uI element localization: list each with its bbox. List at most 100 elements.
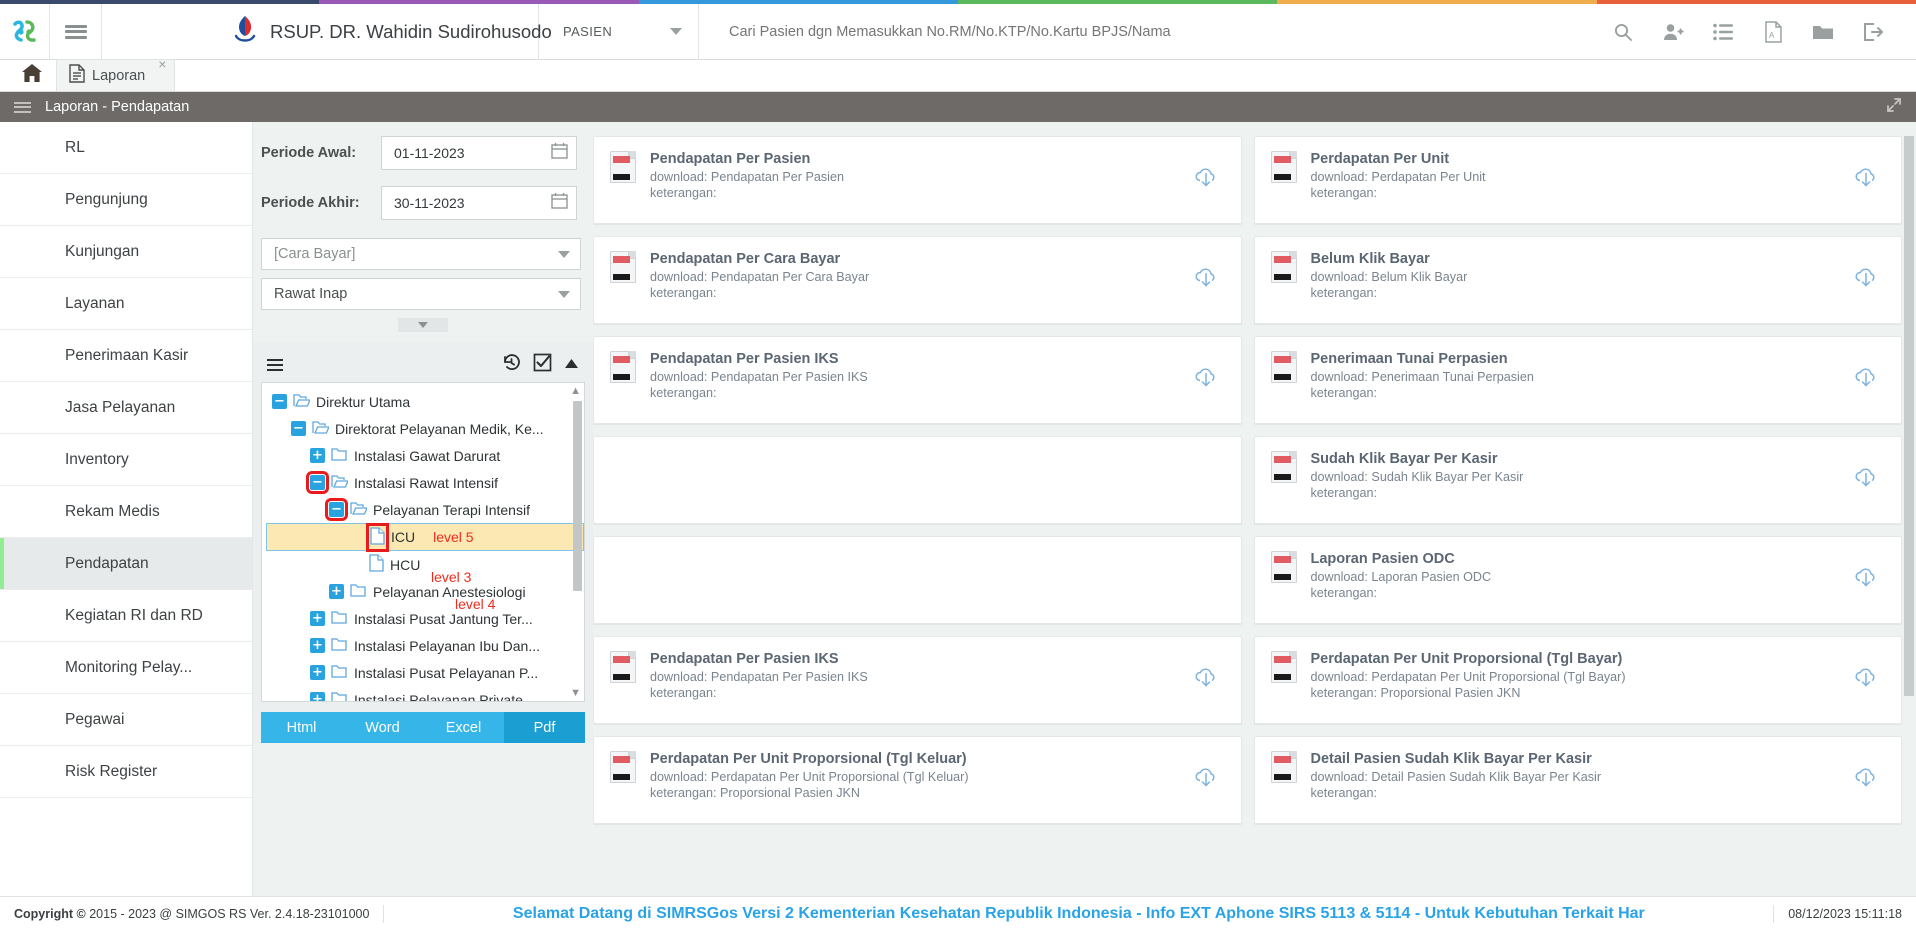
report-card-empty bbox=[593, 436, 1242, 524]
tree-scrollbar[interactable]: ▲ ▼ bbox=[570, 385, 582, 699]
sidebar-item-monitoring-pelay[interactable]: Monitoring Pelay... bbox=[0, 642, 252, 694]
sidebar-item-kunjungan[interactable]: Kunjungan bbox=[0, 226, 252, 278]
calendar-icon[interactable] bbox=[551, 142, 568, 164]
search-icon[interactable] bbox=[1598, 4, 1648, 60]
tree-node[interactable]: + Pelayanan Anestesiologi bbox=[266, 578, 584, 605]
tree-node[interactable]: − Instalasi Rawat Intensif bbox=[266, 469, 584, 496]
periode-awal-field[interactable]: 01-11-2023 bbox=[381, 136, 577, 170]
patient-search-input[interactable] bbox=[727, 22, 1598, 41]
report-card[interactable]: Detail Pasien Sudah Klik Bayar Per Kasir… bbox=[1253, 736, 1902, 824]
expand-node-icon[interactable]: + bbox=[310, 638, 325, 653]
collapse-node-icon[interactable]: − bbox=[306, 471, 329, 494]
sidebar-item-label: Layanan bbox=[65, 294, 125, 312]
tree-node[interactable]: + Instalasi Pusat Pelayanan P... bbox=[266, 659, 584, 686]
report-card[interactable]: Laporan Pasien ODC download: Laporan Pasi… bbox=[1253, 536, 1902, 624]
expand-icon[interactable] bbox=[1886, 97, 1902, 117]
sidebar-item-rekam-medis[interactable]: Rekam Medis bbox=[0, 486, 252, 538]
report-scrollbar[interactable] bbox=[1904, 136, 1914, 930]
download-cloud-icon[interactable] bbox=[1853, 265, 1879, 296]
unit-tree[interactable]: − Direktur Utama − Direktorat Pelayanan Med… bbox=[261, 382, 585, 702]
format-button-html[interactable]: Html bbox=[261, 712, 342, 743]
download-cloud-icon[interactable] bbox=[1193, 665, 1219, 696]
download-cloud-icon[interactable] bbox=[1193, 165, 1219, 196]
history-icon[interactable] bbox=[502, 353, 521, 377]
download-cloud-icon[interactable] bbox=[1853, 165, 1879, 196]
report-card[interactable]: Pendapatan Per Pasien download: Pendapata… bbox=[593, 136, 1242, 224]
report-card[interactable]: Pendapatan Per Cara Bayar download: Penda… bbox=[593, 236, 1242, 324]
report-card[interactable]: Pendapatan Per Pasien IKS download: Penda… bbox=[593, 336, 1242, 424]
download-cloud-icon[interactable] bbox=[1853, 765, 1879, 796]
expand-node-icon[interactable]: + bbox=[329, 584, 344, 599]
calendar-icon[interactable] bbox=[551, 192, 568, 214]
sidebar-item-layanan[interactable]: Layanan bbox=[0, 278, 252, 330]
report-card[interactable]: Perdapatan Per Unit Proporsional (Tgl Ke… bbox=[593, 736, 1242, 824]
tree-node[interactable]: + Instalasi Pelayanan Ibu Dan... bbox=[266, 632, 584, 659]
report-card[interactable]: Belum Klik Bayar download: Belum Klik Bay… bbox=[1253, 236, 1902, 324]
folder-icon[interactable] bbox=[1798, 4, 1848, 60]
format-button-excel[interactable]: Excel bbox=[423, 712, 504, 743]
checkbox-checked-icon[interactable] bbox=[533, 353, 552, 377]
format-button-word[interactable]: Word bbox=[342, 712, 423, 743]
hamburger-icon[interactable] bbox=[50, 4, 102, 59]
periode-akhir-field[interactable]: 30-11-2023 bbox=[381, 186, 577, 220]
download-cloud-icon[interactable] bbox=[1853, 565, 1879, 596]
download-cloud-icon[interactable] bbox=[1853, 365, 1879, 396]
tree-node[interactable]: − Pelayanan Terapi Intensif bbox=[266, 496, 584, 523]
sidebar-item-pendapatan[interactable]: Pendapatan bbox=[0, 538, 252, 590]
collapse-node-icon[interactable]: − bbox=[272, 394, 287, 409]
tree-node[interactable]: HCU bbox=[266, 551, 584, 578]
list-icon[interactable] bbox=[1698, 4, 1748, 60]
report-scroll-thumb[interactable] bbox=[1904, 136, 1914, 696]
sidebar-item-rl[interactable]: RL bbox=[0, 122, 252, 174]
sidebar-item-penerimaan-kasir[interactable]: Penerimaan Kasir bbox=[0, 330, 252, 382]
tree-node[interactable]: + Instalasi Pusat Jantung Ter... bbox=[266, 605, 584, 632]
scroll-up-icon[interactable]: ▲ bbox=[570, 385, 581, 397]
tab-laporan[interactable]: Laporan × bbox=[56, 56, 176, 91]
chevron-up-icon[interactable] bbox=[564, 356, 579, 374]
report-card[interactable]: Perdapatan Per Unit download: Perdapatan … bbox=[1253, 136, 1902, 224]
patient-type-selector[interactable]: PASIEN bbox=[539, 4, 699, 59]
layanan-select[interactable]: Rawat Inap bbox=[261, 278, 581, 310]
filter-collapse-toggle[interactable] bbox=[398, 318, 448, 332]
sidebar-item-pegawai[interactable]: Pegawai bbox=[0, 694, 252, 746]
report-card[interactable]: Perdapatan Per Unit Proporsional (Tgl Ba… bbox=[1253, 636, 1902, 724]
cara-bayar-select[interactable]: [Cara Bayar] bbox=[261, 238, 581, 270]
pdf-icon[interactable]: A bbox=[1748, 4, 1798, 60]
tree-node[interactable]: − Direktur Utama bbox=[266, 388, 584, 415]
expand-node-icon[interactable]: + bbox=[310, 448, 325, 463]
report-card[interactable]: Sudah Klik Bayar Per Kasir download: Suda… bbox=[1253, 436, 1902, 524]
simgos-logo-icon[interactable] bbox=[0, 4, 50, 59]
download-cloud-icon[interactable] bbox=[1853, 665, 1879, 696]
expand-node-icon[interactable]: + bbox=[310, 611, 325, 626]
expand-node-icon[interactable]: + bbox=[310, 665, 325, 680]
close-icon[interactable]: × bbox=[158, 56, 166, 72]
tree-node[interactable]: ICU level 5 bbox=[266, 522, 584, 552]
page-menu-icon[interactable] bbox=[14, 99, 31, 115]
collapse-node-icon[interactable]: − bbox=[291, 421, 306, 436]
download-cloud-icon[interactable] bbox=[1193, 765, 1219, 796]
expand-node-icon[interactable]: + bbox=[310, 692, 325, 701]
scroll-down-icon[interactable]: ▼ bbox=[570, 687, 581, 699]
sidebar-item-inventory[interactable]: Inventory bbox=[0, 434, 252, 486]
home-tab[interactable] bbox=[8, 59, 56, 91]
sidebar-item-kegiatan-ri-dan-rd[interactable]: Kegiatan RI dan RD bbox=[0, 590, 252, 642]
list-icon[interactable] bbox=[267, 356, 283, 374]
tree-node[interactable]: − Direktorat Pelayanan Medik, Ke... bbox=[266, 415, 584, 442]
tree-scroll-thumb[interactable] bbox=[573, 401, 582, 591]
download-cloud-icon[interactable] bbox=[1193, 365, 1219, 396]
sidebar-item-jasa-pelayanan[interactable]: Jasa Pelayanan bbox=[0, 382, 252, 434]
collapse-node-icon[interactable]: − bbox=[325, 498, 348, 521]
format-button-pdf[interactable]: Pdf bbox=[504, 712, 585, 743]
tree-node[interactable]: + Instalasi Gawat Darurat bbox=[266, 442, 584, 469]
sidebar-item-risk-register[interactable]: Risk Register bbox=[0, 746, 252, 798]
add-user-icon[interactable] bbox=[1648, 4, 1698, 60]
logout-icon[interactable] bbox=[1848, 4, 1898, 60]
report-file-icon bbox=[610, 651, 636, 683]
download-cloud-icon[interactable] bbox=[1853, 465, 1879, 496]
report-card[interactable]: Pendapatan Per Pasien IKS download: Penda… bbox=[593, 636, 1242, 724]
report-card[interactable]: Penerimaan Tunai Perpasien download: Pene… bbox=[1253, 336, 1902, 424]
sidebar-item-pengunjung[interactable]: Pengunjung bbox=[0, 174, 252, 226]
tree-node[interactable]: + Instalasi Pelayanan Private bbox=[266, 686, 584, 701]
download-cloud-icon[interactable] bbox=[1193, 265, 1219, 296]
sidebar-item-label: Kegiatan RI dan RD bbox=[65, 606, 203, 624]
